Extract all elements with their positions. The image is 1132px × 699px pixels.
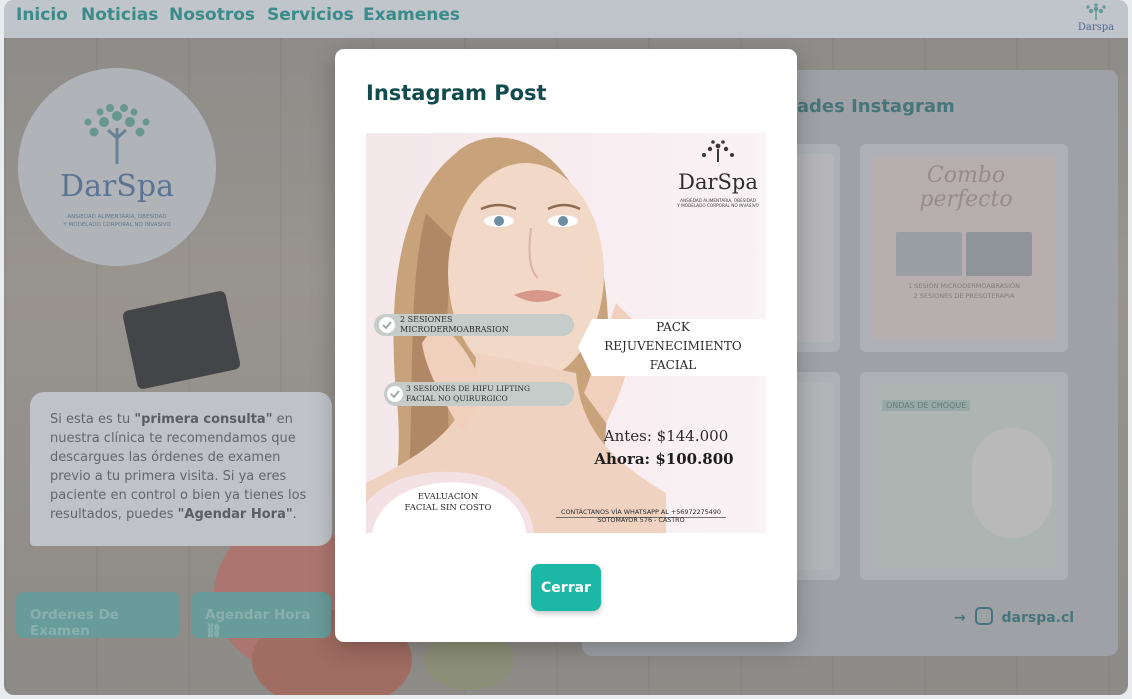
post-eval-line2: FACIAL SIN COSTO bbox=[405, 503, 492, 513]
post-eval-line1: EVALUACION bbox=[418, 492, 479, 502]
post-contact-line2: SOTOMAYOR 576 - CASTRO bbox=[597, 516, 684, 524]
post-contact-line1: CONTÁCTANOS VÍA WHATSAPP AL +56972275490 bbox=[561, 507, 721, 516]
post-price-now: Ahora: $100.800 bbox=[593, 450, 733, 468]
post-pack-line3: FACIAL bbox=[650, 358, 697, 372]
post-brand-tagline2: Y MODELADO CORPORAL NO INVASIVO bbox=[676, 203, 759, 208]
post-pill2-line1: 3 SESIONES DE HIFU LIFTING bbox=[406, 384, 530, 393]
post-pill2-line2: FACIAL NO QUIRURGICO bbox=[406, 394, 508, 403]
post-pack-line1: PACK bbox=[656, 320, 691, 334]
close-button[interactable]: Cerrar bbox=[531, 564, 601, 611]
post-brand: DarSpa bbox=[678, 170, 758, 194]
post-pill1-line1: 2 SESIONES bbox=[400, 315, 452, 324]
post-artwork: DarSpa ANSIEDAD ALIMENTARIA, OBESIDAD Y … bbox=[366, 137, 766, 533]
instagram-post-modal: Instagram Post DarSpa ANSIEDAD ALIMENTAR… bbox=[335, 49, 797, 642]
instagram-post-image: DarSpa ANSIEDAD ALIMENTARIA, OBESIDAD Y … bbox=[366, 133, 766, 533]
post-pack-line2: REJUVENECIMIENTO bbox=[604, 339, 742, 353]
post-price-before: Antes: $144.000 bbox=[603, 427, 729, 445]
post-pill1-line2: MICRODERMOABRASION bbox=[400, 325, 509, 334]
modal-title: Instagram Post bbox=[366, 81, 547, 105]
page-background: Inicio Noticias Nosotros Servicios Exame… bbox=[4, 0, 1128, 695]
